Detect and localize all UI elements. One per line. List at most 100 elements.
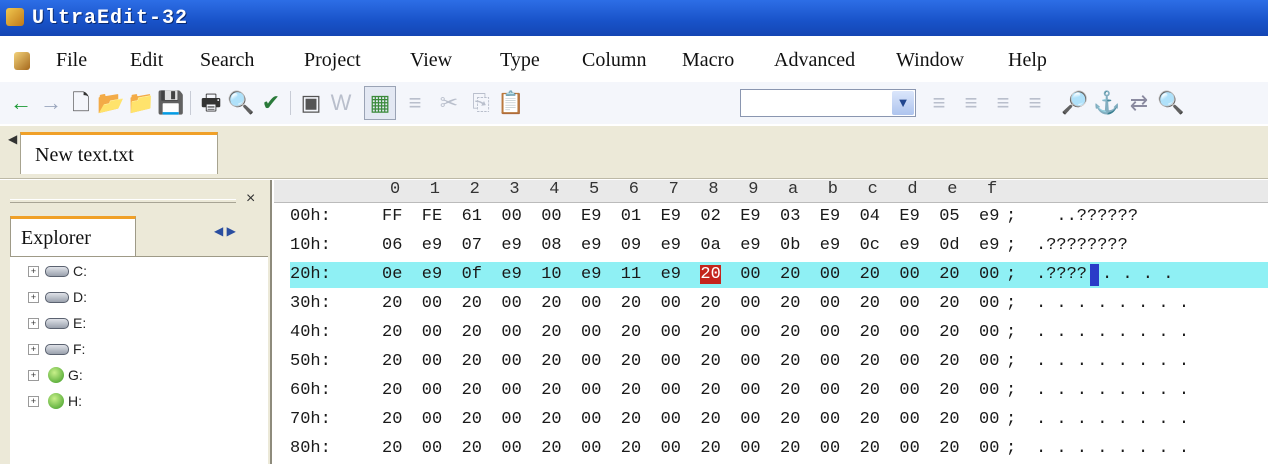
expand-icon[interactable]: + [28,291,39,303]
hex-byte[interactable]: 20 [860,265,880,284]
hex-byte[interactable]: 20 [939,439,959,458]
hex-byte[interactable]: 03 [780,207,800,226]
menu-project[interactable]: Project [304,49,361,72]
drive-g[interactable]: + G: [28,363,83,387]
hex-byte[interactable]: 0c [860,236,880,255]
hex-row[interactable]: 00h: FF FE 61 00 00 E9 01 E9 02 E9 03 E9 04 E9 05 e9; ..… [290,204,1268,230]
ascii-text[interactable]: . . . . . . . . [1036,323,1189,342]
hex-byte[interactable]: 20 [382,410,402,429]
hex-byte[interactable]: 10 [541,265,561,284]
hex-byte[interactable]: E9 [581,207,601,226]
hex-byte[interactable]: 20 [780,381,800,400]
hex-byte[interactable]: e9 [979,236,999,255]
hex-byte[interactable]: 20 [541,352,561,371]
hex-byte[interactable]: 20 [939,294,959,313]
hex-byte[interactable]: 00 [581,323,601,342]
hex-mode-icon[interactable]: ▦ [367,89,393,117]
hex-byte[interactable]: 00 [581,381,601,400]
ascii-text[interactable]: . . . . . . . . [1036,381,1189,400]
hex-byte[interactable]: 20 [780,352,800,371]
hex-byte[interactable]: 20 [780,439,800,458]
hex-byte[interactable]: 20 [700,294,720,313]
hex-byte[interactable]: 00 [501,323,521,342]
hex-byte[interactable]: 20 [541,439,561,458]
hex-byte[interactable]: 00 [740,294,760,313]
open-folder-icon[interactable]: 📂 [97,89,124,117]
expand-icon[interactable]: + [28,265,39,277]
drive-e[interactable]: + E: [28,311,86,335]
explorer-tab[interactable]: Explorer [10,216,136,256]
hex-byte[interactable]: 00 [820,323,840,342]
expand-icon[interactable]: + [28,369,39,381]
hex-byte[interactable]: 20 [700,439,720,458]
hex-byte[interactable]: 00 [979,294,999,313]
hex-byte[interactable]: 00 [661,352,681,371]
ascii-text[interactable]: . . . . . . . . [1036,294,1189,313]
hex-byte[interactable]: 00 [422,294,442,313]
new-file-icon[interactable]: 🗋 [68,89,94,117]
hex-byte[interactable]: E9 [740,207,760,226]
hex-byte[interactable]: 20 [939,352,959,371]
hex-byte[interactable]: 00 [581,294,601,313]
hex-byte[interactable]: 01 [621,207,641,226]
hex-byte[interactable]: 20 [621,410,641,429]
hex-byte[interactable]: 20 [462,381,482,400]
hex-row[interactable]: 50h: 20 00 20 00 20 00 20 00 20 00 20 00 20 00 20 00; . .… [290,349,1268,375]
hex-byte[interactable]: 00 [661,439,681,458]
hex-byte[interactable]: 20 [939,381,959,400]
menu-help[interactable]: Help [1008,49,1047,72]
find-icon[interactable]: 🔎 [1061,89,1088,117]
word-wrap-icon[interactable]: W [328,89,354,117]
hex-byte[interactable]: 00 [740,410,760,429]
hex-byte[interactable]: 20 [541,294,561,313]
hex-byte[interactable]: 00 [979,381,999,400]
hex-byte[interactable]: E9 [661,207,681,226]
hex-byte[interactable]: 00 [740,439,760,458]
hex-byte[interactable]: 20 [939,410,959,429]
hex-byte[interactable]: 00 [979,265,999,284]
ascii-text[interactable]: . . . . . . . . [1036,439,1189,458]
drive-f[interactable]: + F: [28,337,85,361]
hex-byte[interactable]: e9 [422,236,442,255]
drive-h[interactable]: + H: [28,389,82,413]
hex-byte[interactable]: 20 [462,323,482,342]
hex-byte[interactable]: 11 [621,265,641,284]
hex-byte[interactable]: 20 [860,323,880,342]
hex-byte[interactable]: 00 [899,265,919,284]
hex-byte[interactable]: 20 [621,352,641,371]
justify-icon[interactable]: ≡ [1022,89,1048,117]
cut-icon[interactable]: ✂ [436,89,462,117]
ascii-text[interactable]: .???? [1036,265,1087,284]
ascii-text[interactable]: . . . . . . . . [1036,410,1189,429]
hex-byte[interactable]: 00 [661,410,681,429]
hex-byte[interactable]: 00 [899,439,919,458]
document-menu-icon[interactable] [14,52,30,70]
hex-byte[interactable]: 20 [700,352,720,371]
expand-icon[interactable]: + [28,343,39,355]
back-arrow-icon[interactable]: ← [8,89,34,117]
hex-byte[interactable]: 06 [382,236,402,255]
hex-byte[interactable]: 00 [820,352,840,371]
chevron-down-icon[interactable]: ▼ [892,91,914,115]
hex-byte[interactable]: 20 [780,265,800,284]
save-icon[interactable]: 💾 [157,89,184,117]
menu-macro[interactable]: Macro [682,49,734,72]
menu-file[interactable]: File [56,49,87,72]
hex-byte[interactable]: 20 [700,410,720,429]
hex-byte[interactable]: 20 [780,294,800,313]
open-icon[interactable]: 📁 [127,89,154,117]
hex-byte[interactable]: 20 [462,439,482,458]
expand-icon[interactable]: + [28,395,39,407]
hex-byte[interactable]: 20 [621,323,641,342]
hex-byte[interactable]: e9 [820,236,840,255]
find-in-files-icon[interactable]: 🔍 [1157,89,1184,117]
hex-byte[interactable]: 08 [541,236,561,255]
ascii-text[interactable]: . . . . . . . . [1036,352,1189,371]
menu-type[interactable]: Type [500,49,540,72]
hex-byte[interactable]: 00 [501,381,521,400]
find-next-icon[interactable]: ⚓ [1093,89,1120,117]
hex-byte[interactable]: e9 [581,265,601,284]
hex-row[interactable]: 40h: 20 00 20 00 20 00 20 00 20 00 20 00 20 00 20 00; . .… [290,320,1268,346]
hex-row[interactable]: 60h: 20 00 20 00 20 00 20 00 20 00 20 00 20 00 20 00; . .… [290,378,1268,404]
hex-byte[interactable]: 00 [581,439,601,458]
